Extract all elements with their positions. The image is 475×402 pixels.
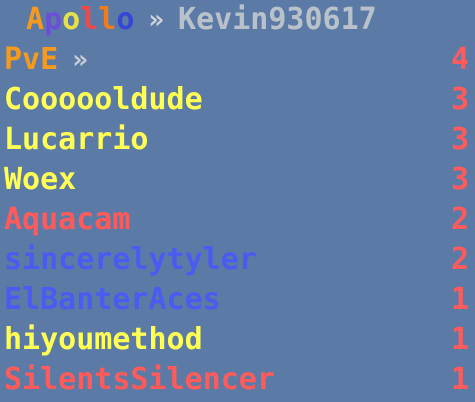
scoreboard-score: 3 (450, 82, 469, 117)
category-score: 4 (450, 42, 469, 77)
server-name-letter: l (80, 2, 99, 37)
player-name: Kevin930617 (178, 2, 377, 37)
title-separator: » (148, 5, 165, 35)
scoreboard-player-name: sincerelytyler (4, 242, 257, 277)
category-label-group: PvE » (4, 40, 88, 80)
scoreboard-player-name: SilentsSilencer (4, 362, 275, 397)
scoreboard-title: Apollo » Kevin930617 (26, 0, 469, 40)
scoreboard-score: 1 (450, 282, 469, 317)
category-label: PvE (4, 42, 59, 77)
scoreboard: Apollo » Kevin930617 PvE » 4 Coooooldude… (0, 0, 475, 402)
server-name-letter: p (44, 2, 63, 37)
scoreboard-player-name: Aquacam (4, 202, 131, 237)
server-name-letter: o (116, 2, 135, 37)
scoreboard-score: 1 (450, 362, 469, 397)
scoreboard-row: Lucarrio 3 (4, 120, 469, 160)
scoreboard-player-name: hiyoumethod (4, 322, 203, 357)
scoreboard-player-name: Woex (4, 162, 77, 197)
scoreboard-row: ElBanterAces 1 (4, 280, 469, 320)
scoreboard-player-name: Coooooldude (4, 82, 203, 117)
scoreboard-score: 3 (450, 162, 469, 197)
scoreboard-row: Aquacam 2 (4, 200, 469, 240)
scoreboard-score: 1 (450, 322, 469, 357)
category-row: PvE » 4 (4, 40, 469, 80)
server-name-letter: o (62, 2, 81, 37)
scoreboard-player-name: ElBanterAces (4, 282, 221, 317)
scoreboard-row: Woex 3 (4, 160, 469, 200)
scoreboard-score: 2 (450, 242, 469, 277)
scoreboard-player-name: Lucarrio (4, 122, 149, 157)
server-name-letter: A (26, 2, 45, 37)
scoreboard-score: 3 (450, 122, 469, 157)
server-name: Apollo (26, 0, 134, 40)
scoreboard-row: sincerelytyler 2 (4, 240, 469, 280)
scoreboard-score: 2 (450, 202, 469, 237)
scoreboard-row: SilentsSilencer 1 (4, 360, 469, 400)
scoreboard-row: Coooooldude 3 (4, 80, 469, 120)
scoreboard-row: hiyoumethod 1 (4, 320, 469, 360)
server-name-letter: l (98, 2, 117, 37)
category-separator: » (72, 45, 88, 75)
